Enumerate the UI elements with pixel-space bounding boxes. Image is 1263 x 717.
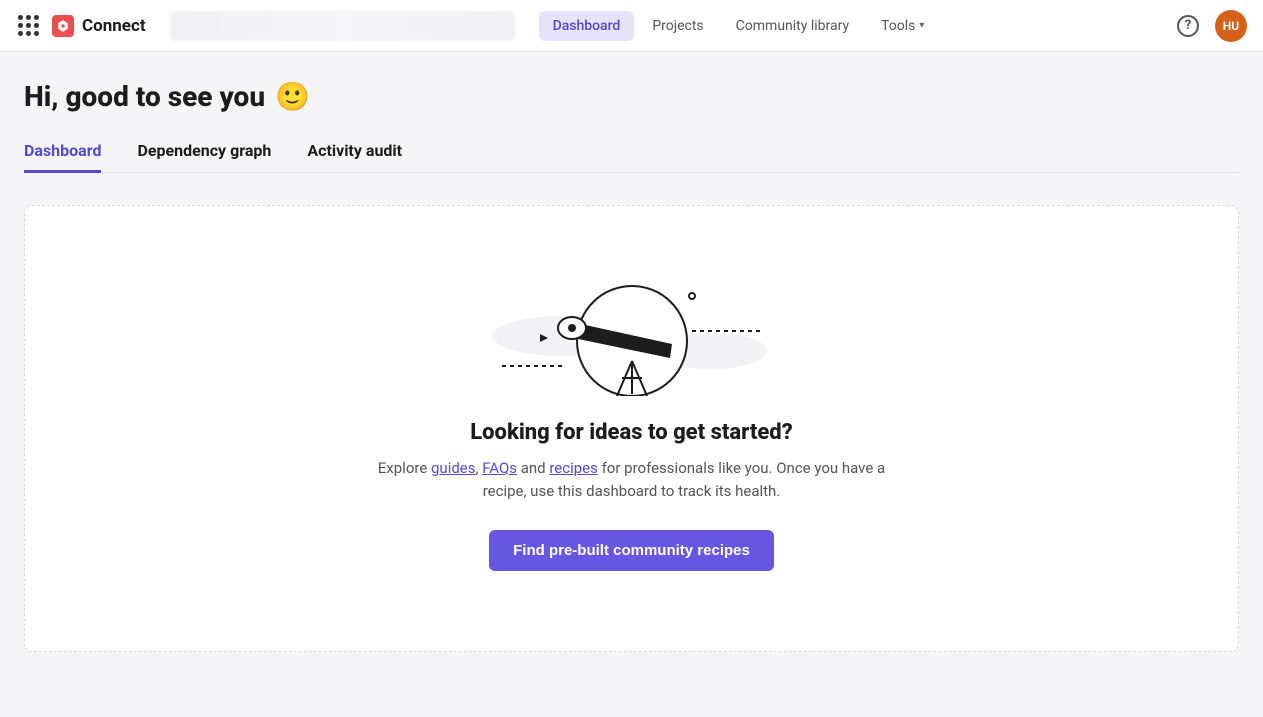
- top-nav: Dashboard Projects Community library Too…: [539, 11, 939, 41]
- nav-community-library[interactable]: Community library: [722, 11, 863, 41]
- greeting-emoji-icon: 🙂: [275, 80, 310, 113]
- nav-tools-label: Tools: [881, 18, 915, 34]
- link-faqs[interactable]: FAQs: [482, 459, 517, 477]
- empty-state-card: Looking for ideas to get started? Explor…: [24, 205, 1239, 652]
- link-guides[interactable]: guides: [431, 459, 476, 477]
- tab-dependency-graph[interactable]: Dependency graph: [137, 141, 271, 172]
- text-prefix: Explore: [378, 459, 431, 477]
- user-avatar[interactable]: HU: [1215, 10, 1247, 42]
- brand-name: Connect: [82, 16, 146, 36]
- nav-projects[interactable]: Projects: [638, 11, 717, 41]
- sub-tabs: Dashboard Dependency graph Activity audi…: [24, 141, 1239, 173]
- header-right: ? HU: [1177, 10, 1247, 42]
- brand-link[interactable]: Connect: [52, 15, 146, 37]
- chevron-down-icon: ▾: [919, 20, 924, 31]
- brand-logo-icon: [52, 15, 74, 37]
- empty-state-title: Looking for ideas to get started?: [470, 420, 793, 445]
- telescope-illustration-icon: [482, 266, 782, 396]
- nav-tools[interactable]: Tools ▾: [867, 11, 938, 41]
- blurred-context-area: [170, 11, 515, 41]
- greeting-text: Hi, good to see you: [24, 80, 265, 113]
- main-content: Hi, good to see you 🙂 Dashboard Dependen…: [0, 52, 1263, 680]
- text-and: and: [517, 459, 549, 477]
- top-header: Connect Dashboard Projects Community lib…: [0, 0, 1263, 52]
- tab-dashboard[interactable]: Dashboard: [24, 141, 101, 172]
- link-recipes[interactable]: recipes: [549, 459, 598, 477]
- nav-dashboard[interactable]: Dashboard: [539, 11, 635, 41]
- greeting-heading: Hi, good to see you 🙂: [24, 80, 1239, 113]
- help-icon[interactable]: ?: [1177, 15, 1199, 37]
- tab-activity-audit[interactable]: Activity audit: [307, 141, 402, 172]
- empty-state-text: Explore guides, FAQs and recipes for pro…: [372, 457, 892, 502]
- apps-grid-icon[interactable]: [16, 14, 40, 38]
- find-recipes-button[interactable]: Find pre-built community recipes: [489, 530, 774, 571]
